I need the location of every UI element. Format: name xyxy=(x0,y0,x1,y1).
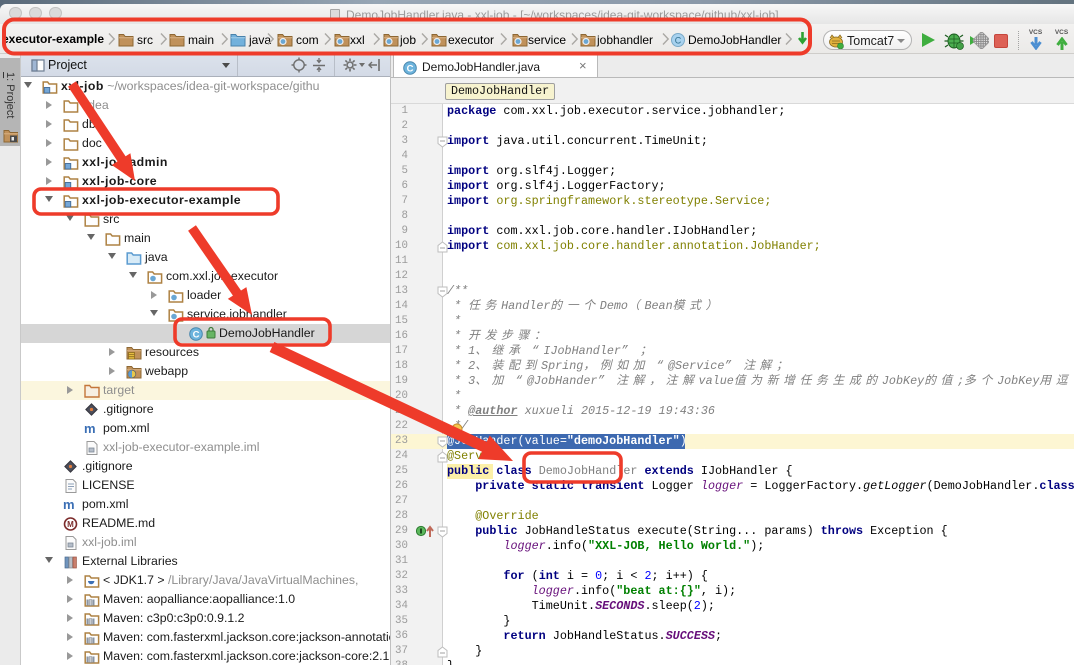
svg-text:C: C xyxy=(675,35,682,45)
